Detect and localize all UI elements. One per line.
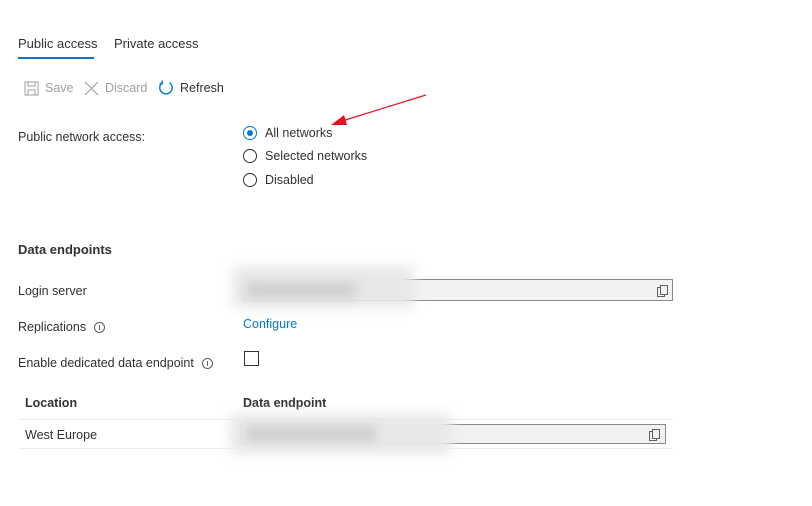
copy-icon[interactable] — [649, 429, 660, 441]
close-icon — [84, 81, 99, 96]
radio-label: Selected networks — [265, 149, 368, 163]
replications-label-row: Replications — [18, 320, 106, 334]
dedicated-endpoint-label-row: Enable dedicated data endpoint — [18, 356, 213, 370]
discard-button[interactable]: Discard — [84, 79, 147, 97]
save-label: Save — [45, 81, 74, 95]
info-icon[interactable] — [201, 357, 213, 369]
radio-indicator — [243, 149, 257, 163]
radio-indicator — [243, 173, 257, 187]
table-divider — [18, 448, 673, 449]
refresh-icon — [158, 80, 174, 96]
refresh-button[interactable]: Refresh — [158, 79, 224, 97]
column-header-location: Location — [25, 396, 78, 410]
data-endpoints-heading: Data endpoints — [18, 242, 112, 257]
tab-private-access[interactable]: Private access — [114, 36, 199, 51]
configure-link[interactable]: Configure — [243, 317, 297, 331]
radio-label: Disabled — [265, 173, 314, 187]
discard-label: Discard — [105, 81, 148, 95]
public-network-access-label: Public network access: — [18, 130, 146, 144]
table-cell-location: West Europe — [25, 428, 98, 442]
radio-disabled[interactable]: Disabled — [243, 173, 314, 187]
annotation-arrow — [331, 94, 427, 125]
dedicated-endpoint-checkbox[interactable] — [244, 351, 259, 366]
replications-label: Replications — [18, 320, 87, 334]
column-header-data-endpoint: Data endpoint — [243, 396, 327, 410]
active-tab-indicator — [18, 57, 94, 59]
copy-icon[interactable] — [657, 285, 668, 297]
redacted-text — [246, 282, 356, 298]
info-icon[interactable] — [94, 321, 106, 333]
dedicated-endpoint-label: Enable dedicated data endpoint — [18, 356, 194, 370]
radio-indicator-checked — [243, 126, 257, 140]
redacted-text — [246, 426, 376, 442]
radio-selected-networks[interactable]: Selected networks — [243, 149, 367, 163]
save-button[interactable]: Save — [24, 79, 74, 97]
tab-public-access[interactable]: Public access — [18, 36, 97, 51]
radio-all-networks[interactable]: All networks — [243, 126, 332, 140]
save-icon — [24, 81, 39, 96]
refresh-label: Refresh — [180, 81, 224, 95]
login-server-label: Login server — [18, 284, 87, 298]
